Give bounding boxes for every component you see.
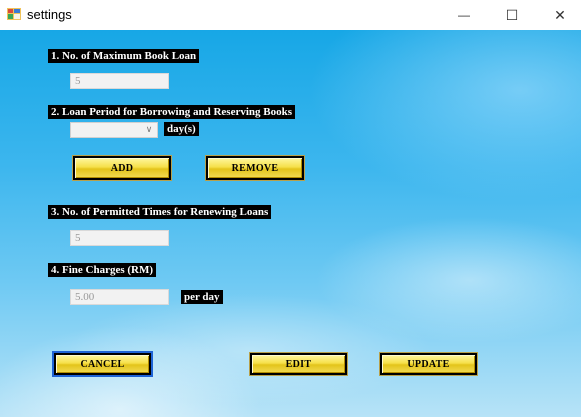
minimize-icon: —: [458, 8, 470, 22]
chevron-down-icon: ∨: [145, 125, 153, 135]
loan-period-unit: day(s): [164, 122, 199, 136]
max-loan-field[interactable]: 5: [70, 73, 169, 89]
fine-label: 4. Fine Charges (RM): [48, 263, 157, 277]
cancel-button[interactable]: CANCEL: [52, 351, 153, 377]
window-title: settings: [27, 7, 72, 22]
max-loan-label: 1. No. of Maximum Book Loan: [48, 49, 200, 63]
add-button[interactable]: ADD: [72, 155, 172, 181]
remove-button[interactable]: REMOVE: [205, 155, 305, 181]
edit-button[interactable]: EDIT: [249, 352, 348, 376]
maximize-button[interactable]: ☐: [489, 0, 535, 30]
renew-field[interactable]: 5: [70, 230, 169, 246]
update-button[interactable]: UPDATE: [379, 352, 478, 376]
title-bar: settings — ☐ ✕: [0, 0, 581, 30]
loan-period-label: 2. Loan Period for Borrowing and Reservi…: [48, 105, 295, 119]
renew-label: 3. No. of Permitted Times for Renewing L…: [48, 205, 272, 219]
maximize-icon: ☐: [505, 6, 519, 23]
loan-period-select[interactable]: ∨: [70, 122, 158, 138]
fine-field[interactable]: 5.00: [70, 289, 169, 305]
form-area: 1. No. of Maximum Book Loan 5 2. Loan Pe…: [0, 30, 581, 417]
close-button[interactable]: ✕: [537, 0, 581, 30]
close-icon: ✕: [554, 6, 566, 23]
fine-unit: per day: [181, 290, 223, 304]
minimize-button[interactable]: —: [441, 0, 487, 30]
app-icon: [7, 8, 21, 20]
